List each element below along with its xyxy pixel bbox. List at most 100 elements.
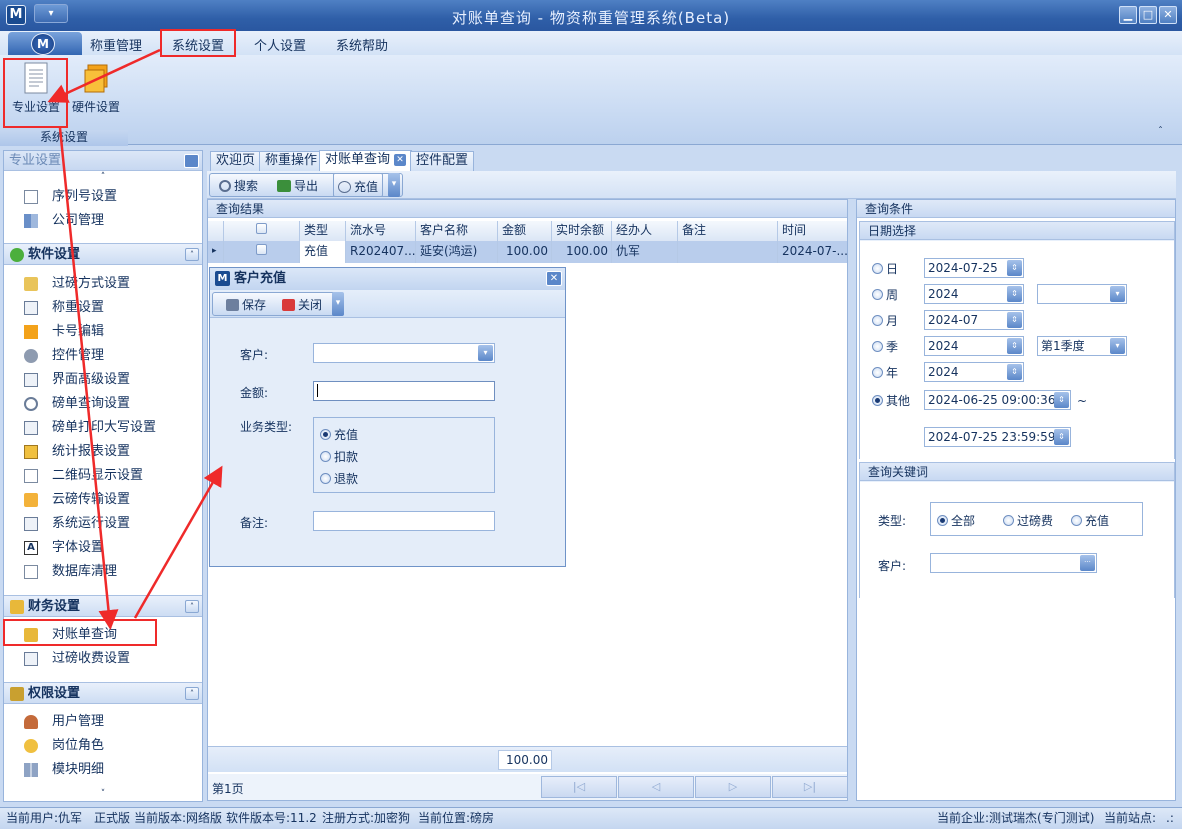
chevron-down-icon[interactable]: ▾ [1110,286,1125,302]
note-input[interactable] [313,511,495,531]
close-window-button[interactable]: ✕ [1159,6,1177,24]
recharge-button[interactable]: 充值 [333,173,384,197]
col-serial[interactable]: 流水号 [346,221,416,241]
col-amount[interactable]: 金额 [498,221,552,241]
chevron-down-icon[interactable]: ▾ [478,345,493,361]
day-input[interactable]: 2024-07-25 ⇕ [924,258,1024,278]
radio-recharge[interactable]: 充值 [320,426,358,443]
nav-section-software[interactable]: 软件设置 ˄ [4,243,202,265]
quarter-year-input[interactable]: 2024 ⇕ [924,336,1024,356]
nav-item-db-clean[interactable]: 数据库清理 [4,560,202,584]
nav-item-modules[interactable]: 模块明细 [4,758,202,782]
nav-item-card-edit[interactable]: 卡号编辑 [4,320,202,344]
radio-all[interactable]: 全部 [937,512,975,529]
nav-section-finance[interactable]: 财务设置 ˄ [4,595,202,617]
nav-item-roles[interactable]: 岗位角色 [4,734,202,758]
spin-icon[interactable]: ⇕ [1054,429,1069,445]
nav-item-qrcode[interactable]: 二维码显示设置 [4,464,202,488]
ellipsis-icon[interactable]: ··· [1080,555,1095,571]
radio-weigh-fee[interactable]: 过磅费 [1003,512,1053,529]
tab-statement[interactable]: 对账单查询 ✕ [319,150,413,171]
hardware-settings-button[interactable]: 硬件设置 [66,58,126,120]
row-checkbox[interactable] [224,241,300,263]
first-page-button[interactable]: |◁ [541,776,617,798]
year-input[interactable]: 2024 ⇕ [924,362,1024,382]
spin-icon[interactable]: ⇕ [1007,312,1022,328]
nav-scroll-down-icon[interactable]: ˅ [4,789,202,801]
nav-scroll-up-icon[interactable]: ˄ [4,172,202,184]
maximize-button[interactable]: □ [1139,6,1157,24]
col-customer[interactable]: 客户名称 [416,221,498,241]
nav-item-control-manage[interactable]: 控件管理 [4,344,202,368]
nav-item-fee-setting[interactable]: 过磅收费设置 [4,647,202,671]
tab-welcome[interactable]: 欢迎页 [210,151,262,171]
toolbar-more-button[interactable]: ▾ [388,173,400,197]
radio-deduct[interactable]: 扣款 [320,448,358,465]
menu-personal-settings[interactable]: 个人设置 [254,35,306,54]
nav-section-permission[interactable]: 权限设置 ˄ [4,682,202,704]
export-button[interactable]: 导出 [277,177,318,194]
radio-day[interactable]: 日 [872,260,898,277]
quarter-select[interactable]: 第1季度 ▾ [1037,336,1127,356]
prev-page-button[interactable]: ◁ [618,776,694,798]
collapse-chevron-icon[interactable]: ˄ [185,687,199,700]
menu-system-help[interactable]: 系统帮助 [336,35,388,54]
amount-input[interactable] [313,381,495,401]
nav-item-ui-advanced[interactable]: 界面高级设置 [4,368,202,392]
nav-item-print-upper[interactable]: 磅单打印大写设置 [4,416,202,440]
radio-week[interactable]: 周 [872,286,898,303]
collapse-chevron-icon[interactable]: ˄ [185,248,199,261]
spin-icon[interactable]: ⇕ [1007,364,1022,380]
nav-item-runtime[interactable]: 系统运行设置 [4,512,202,536]
col-type[interactable]: 类型 [300,221,346,241]
close-dialog-button[interactable]: 关闭 [282,296,322,313]
radio-month[interactable]: 月 [872,312,898,329]
search-button[interactable]: 搜索 [219,177,258,194]
nav-item-ticket-query[interactable]: 磅单查询设置 [4,392,202,416]
minimize-button[interactable]: ▁ [1119,6,1137,24]
dialog-toolbar-more[interactable]: ▾ [332,292,344,316]
select-all-checkbox[interactable] [224,221,300,241]
end-datetime-input[interactable]: 2024-07-25 23:59:59 ⇕ [924,427,1071,447]
nav-item-company[interactable]: 公司管理 [4,209,202,233]
col-note[interactable]: 备注 [678,221,778,241]
spin-icon[interactable]: ⇕ [1054,392,1069,408]
col-operator[interactable]: 经办人 [612,221,678,241]
radio-quarter[interactable]: 季 [872,338,898,355]
chevron-down-icon[interactable]: ▾ [1110,338,1125,354]
customer-select[interactable]: ▾ [313,343,495,363]
col-balance[interactable]: 实时余额 [552,221,612,241]
month-input[interactable]: 2024-07 ⇕ [924,310,1024,330]
tab-control-config[interactable]: 控件配置 [410,151,475,171]
table-row[interactable]: ▸ 充值 R202407... 延安(鸿运) 100.00 100.00 仇军 … [208,241,847,263]
nav-item-users[interactable]: 用户管理 [4,710,202,734]
tab-weighing[interactable]: 称重操作 [259,151,324,171]
nav-item-report[interactable]: 统计报表设置 [4,440,202,464]
week-select[interactable]: ▾ [1037,284,1127,304]
spin-icon[interactable]: ⇕ [1007,338,1022,354]
radio-other[interactable]: 其他 [872,392,910,409]
menu-weighing[interactable]: 称重管理 [90,35,142,54]
last-page-button[interactable]: ▷| [772,776,848,798]
resize-grip-icon[interactable]: .: [1166,808,1174,829]
nav-item-cloud[interactable]: 云磅传输设置 [4,488,202,512]
collapse-chevron-icon[interactable]: ˄ [185,600,199,613]
week-year-input[interactable]: 2024 ⇕ [924,284,1024,304]
radio-year[interactable]: 年 [872,364,898,381]
spin-icon[interactable]: ⇕ [1007,260,1022,276]
pin-icon[interactable] [184,154,199,168]
nav-item-weigh-method[interactable]: 过磅方式设置 [4,272,202,296]
nav-item-font[interactable]: A 字体设置 [4,536,202,560]
radio-type-recharge[interactable]: 充值 [1071,512,1109,529]
tab-close-icon[interactable]: ✕ [394,154,407,166]
nav-item-weigh-settings[interactable]: 称重设置 [4,296,202,320]
app-menu-orb[interactable]: M [8,32,82,56]
ribbon-collapse-icon[interactable]: ˆ [1158,126,1163,137]
start-datetime-input[interactable]: 2024-06-25 09:00:36 ⇕ [924,390,1071,410]
dialog-close-icon[interactable]: ✕ [546,271,562,286]
col-time[interactable]: 时间 [778,221,847,241]
radio-refund[interactable]: 退款 [320,470,358,487]
spin-icon[interactable]: ⇕ [1007,286,1022,302]
save-button[interactable]: 保存 [226,296,266,313]
next-page-button[interactable]: ▷ [695,776,771,798]
